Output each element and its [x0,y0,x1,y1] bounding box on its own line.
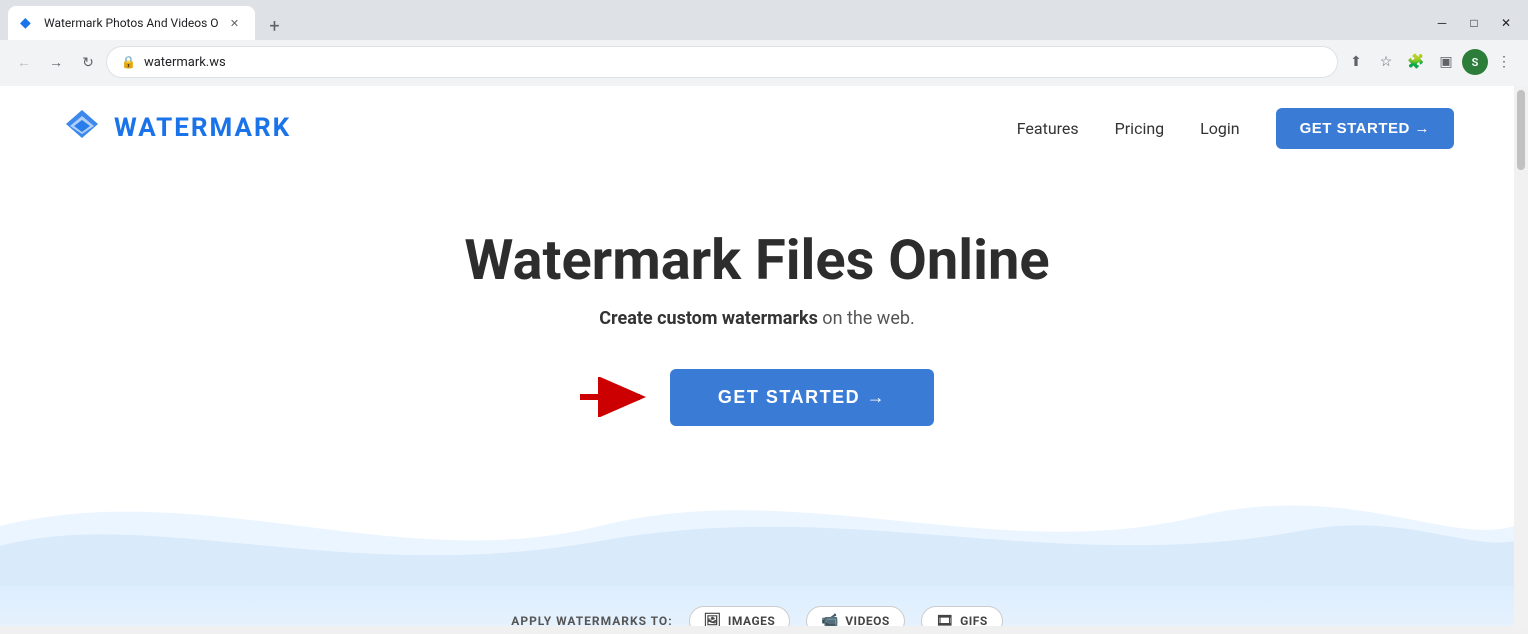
nav-links: Features Pricing Login GET STARTED → [1017,108,1454,149]
extensions-button[interactable]: 🧩 [1402,48,1430,76]
minimize-button[interactable]: ─ [1428,9,1456,37]
videos-label: VIDEOS [845,614,890,626]
scrollbar[interactable] [1514,86,1528,626]
logo-text: WATERMARK [114,113,291,143]
gifs-label: GIFS [960,614,988,626]
tab-title: Watermark Photos And Videos O [44,16,219,30]
images-badge[interactable]: 🖼 IMAGES [689,606,791,626]
menu-button[interactable]: ⋮ [1490,48,1518,76]
lock-icon: 🔒 [121,55,136,69]
tab-close-button[interactable]: ✕ [227,15,243,31]
new-tab-button[interactable]: + [261,12,289,40]
images-icon: 🖼 [704,613,722,626]
videos-badge[interactable]: 📹 VIDEOS [806,606,905,626]
back-button[interactable]: ← [10,48,38,76]
reload-button[interactable]: ↻ [74,48,102,76]
hero-section: Watermark Files Online Create custom wat… [0,170,1514,626]
hero-subtitle-rest: on the web. [818,308,915,329]
nav-login[interactable]: Login [1200,119,1239,138]
hero-subtitle-bold: Create custom watermarks [599,308,818,329]
maximize-button[interactable]: □ [1460,9,1488,37]
nav-features[interactable]: Features [1017,119,1079,138]
gifs-badge[interactable]: 🎞 GIFS [921,606,1003,626]
scrollbar-thumb[interactable] [1517,90,1525,170]
url-text: watermark.ws [144,55,1323,70]
sidebar-button[interactable]: ▣ [1432,48,1460,76]
get-started-hero-button[interactable]: GET STARTED → [670,369,934,426]
apply-label: APPLY WATERMARKS TO: [511,614,672,626]
forward-button[interactable]: → [42,48,70,76]
hero-title: Watermark Files Online [20,230,1494,292]
red-arrow-icon [580,377,650,417]
wave-decoration [0,466,1514,586]
apply-watermarks-row: APPLY WATERMARKS TO: 🖼 IMAGES 📹 VIDEOS 🎞… [0,586,1514,626]
videos-icon: 📹 [821,613,839,626]
tab-favicon: ◆ [20,15,36,31]
hero-content: Watermark Files Online Create custom wat… [0,170,1514,426]
hero-cta-area: GET STARTED → [20,369,1494,426]
get-started-nav-button[interactable]: GET STARTED → [1276,108,1454,149]
hero-subtitle: Create custom watermarks on the web. [20,308,1494,329]
get-started-hero-label: GET STARTED → [718,387,886,408]
bookmark-button[interactable]: ☆ [1372,48,1400,76]
logo-icon [60,106,104,150]
address-bar[interactable]: 🔒 watermark.ws [106,46,1338,78]
nav-pricing[interactable]: Pricing [1115,119,1165,138]
browser-tab[interactable]: ◆ Watermark Photos And Videos O ✕ [8,6,255,40]
gifs-icon: 🎞 [936,613,954,626]
logo-area: WATERMARK [60,106,291,150]
profile-button[interactable]: S [1462,49,1488,75]
close-button[interactable]: ✕ [1492,9,1520,37]
site-header: WATERMARK Features Pricing Login GET STA… [0,86,1514,170]
images-label: IMAGES [728,614,775,626]
share-button[interactable]: ⬆ [1342,48,1370,76]
